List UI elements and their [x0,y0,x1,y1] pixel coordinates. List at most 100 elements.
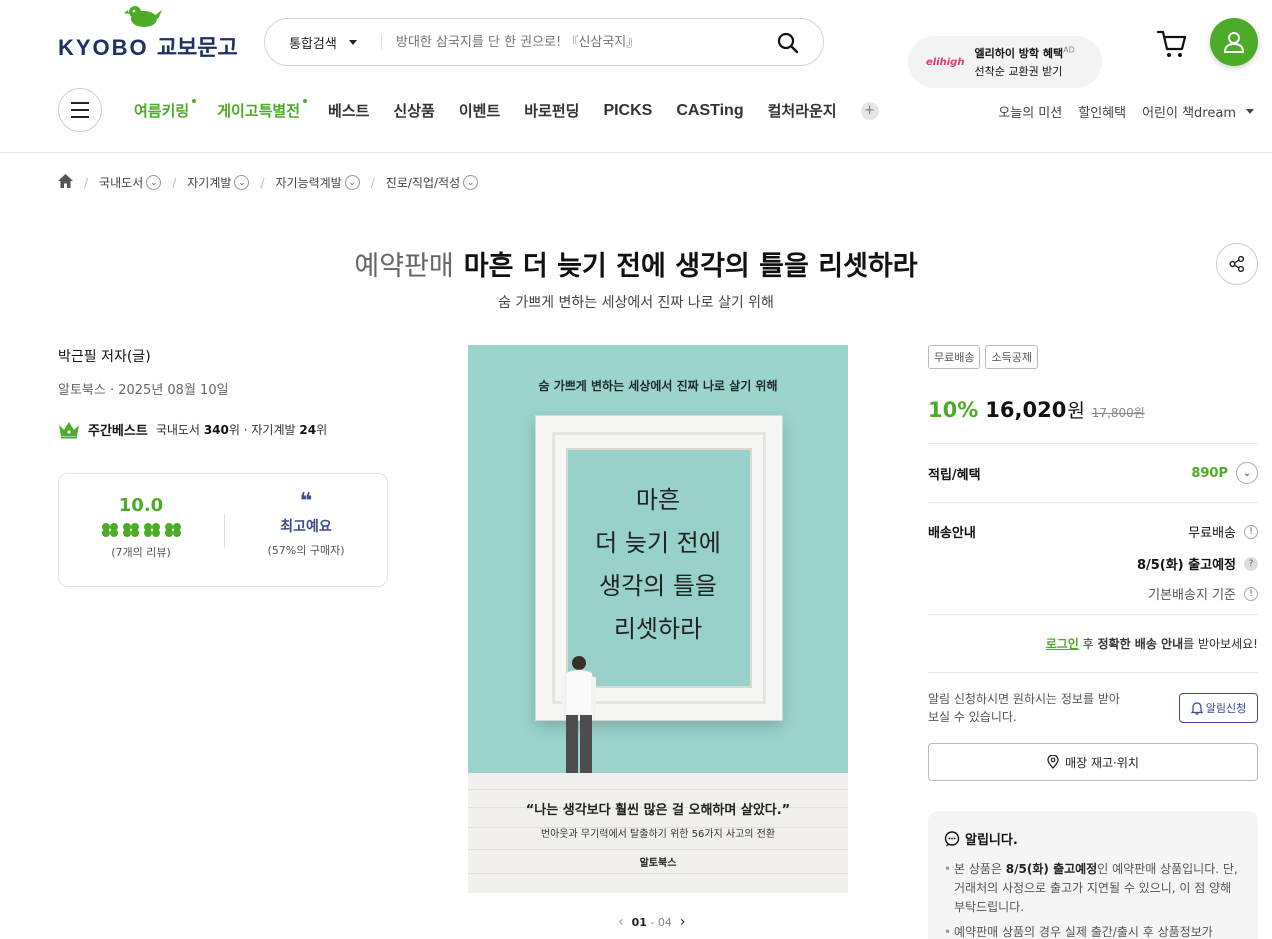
home-icon[interactable] [58,174,73,191]
cover-title: 마흔 더 늦기 전에 생각의 틀을 리셋하라 [595,486,721,643]
tag-income-deduction: 소득공제 [985,345,1038,369]
util-kids-dream[interactable]: 어린이 책dream [1142,102,1236,121]
nav-item-picks[interactable]: PICKS [603,102,652,120]
weekly-best[interactable]: 주간베스트 국내도서 340위 · 자기계발 24위 [58,420,327,439]
cover-publisher: 알토북스 [639,858,677,869]
help-icon[interactable]: ? [1244,556,1258,571]
nav-item-event[interactable]: 이벤트 [459,100,500,121]
promo-line2: 선착순 교환권 받기 [974,65,1063,78]
original-price: 17,800원 [1091,406,1145,420]
kyobo-logo[interactable]: KYOBO 교보문고 [58,30,238,62]
login-prompt: 로그인 후 정확한 배송 안내를 받아보세요! [1045,637,1258,651]
util-discount[interactable]: 할인혜택 [1078,102,1126,121]
clover-icon [143,523,160,537]
promo-line1: 엘리하이 방학 혜택 [974,47,1064,60]
chevron-down-icon[interactable]: ⌄ [1236,462,1258,484]
nav-more-button[interactable]: + [860,101,879,120]
crown-icon [59,421,79,438]
search-input[interactable] [396,34,756,50]
currency-unit: 원 [1067,400,1085,422]
search-scope-select[interactable]: 통합검색 [265,33,381,52]
delivery-date: 8/5(화) 출고예정 [1136,558,1236,573]
weekly-best-rank: 국내도서 340위 · 자기계발 24위 [155,423,328,437]
chevron-down-icon[interactable]: ⌄ [146,175,162,190]
discount-rate: 10% [928,398,979,422]
prev-arrow-icon[interactable]: ‹ [618,914,624,930]
utility-nav: 오늘의 미션 할인혜택 어린이 책dream [998,102,1254,121]
review-keyword-pct: (57%의 구매자) [267,544,345,557]
search-icon[interactable] [777,32,799,58]
header-divider [0,152,1272,153]
promo-brand: elihigh [926,56,965,68]
breadcrumb-item[interactable]: 자기능력계발 [275,174,341,191]
product-tags: 무료배송 소득공제 [928,345,1038,369]
share-button[interactable] [1216,243,1258,285]
next-arrow-icon[interactable]: › [680,914,686,930]
review-summary[interactable]: 10.0 (7개의 리뷰) ❝ 최고예요 (57%의 구매자) [58,473,388,587]
pager-total: 04 [657,915,672,929]
logo-en: KYOBO [58,35,149,60]
notify-description: 알림 신청하시면 원하시는 정보를 받아 보실 수 있습니다. [928,692,1120,724]
info-icon[interactable]: ! [1244,524,1258,539]
nav-item-funding[interactable]: 바로펀딩 [524,100,579,121]
notice-box: 알립니다. 본 상품은 8/5(화) 출고예정인 예약판매 상품입니다. 단, … [928,811,1258,939]
hamburger-menu-button[interactable] [58,88,102,132]
divider [928,672,1258,673]
chevron-down-icon[interactable]: ⌄ [344,175,360,190]
nav-item-casting[interactable]: CASTing [676,102,743,120]
promo-banner[interactable]: elihigh 엘리하이 방학 혜택AD 선착순 교환권 받기 [908,36,1102,88]
bell-icon [1190,701,1203,715]
nav-item-new[interactable]: 신상품 [393,100,434,121]
info-icon[interactable]: ! [1244,586,1258,601]
nav-item-culture-lounge[interactable]: 컬처라운지 [768,100,837,121]
caret-down-icon[interactable] [1246,109,1254,114]
delivery-date-row: 8/5(화) 출고예정 ? [1137,554,1258,573]
main-nav: 여름키링 게이고특별전 베스트 신상품 이벤트 바로펀딩 PICKS CASTi… [134,99,879,121]
divider [928,614,1258,615]
user-icon [1223,32,1245,53]
chevron-down-icon[interactable]: ⌄ [463,175,479,190]
sale-price: 16,020 [985,398,1067,422]
nav-item-summer-keyring[interactable]: 여름키링 [134,99,197,121]
book-cover-image[interactable]: 숨 가쁘게 변하는 세상에서 진짜 나로 살기 위해 마흔 더 늦기 전에 생각… [468,345,848,893]
notice-item: 본 상품은 8/5(화) 출고예정인 예약판매 상품입니다. 단, 거래처의 사… [944,860,1242,917]
breadcrumb-item[interactable]: 진로/직업/적성 [386,174,460,191]
util-today-mission[interactable]: 오늘의 미션 [998,102,1062,121]
review-count: (7개의 리뷰) [111,546,171,559]
nav-item-keigo-special[interactable]: 게이고특별전 [217,99,307,121]
product-title: 예약판매 마흔 더 늦기 전에 생각의 틀을 리셋하라 [0,244,1272,283]
cover-quote: “나는 생각보다 훨씬 많은 걸 오해하며 살았다.” [525,803,791,818]
clover-icon [101,523,118,537]
notice-heading: 알립니다. [965,833,1018,848]
store-stock-button[interactable]: 매장 재고·위치 [928,743,1258,781]
login-link[interactable]: 로그인 [1046,637,1079,651]
notify-button[interactable]: 알림신청 [1179,693,1258,723]
review-score: 10.0 [118,495,164,516]
location-pin-icon [1047,755,1059,769]
cart-icon[interactable] [1156,28,1188,64]
chevron-down-icon[interactable]: ⌄ [234,175,250,190]
quote-icon: ❝ [299,489,313,514]
nav-item-best[interactable]: 베스트 [328,100,369,121]
points-label: 적립/혜택 [928,468,981,483]
author[interactable]: 박근필 저자(글) [58,346,151,366]
promo-ad: AD [1063,45,1075,55]
preorder-badge: 예약판매 [354,251,454,282]
notice-item: 예약판매 상품의 경우 실제 출간/출시 후 상품정보가 [944,923,1242,939]
cover-person-figure [558,655,602,779]
user-account-button[interactable] [1210,18,1258,66]
breadcrumb-item[interactable]: 국내도서 [99,174,143,191]
breadcrumb-item[interactable]: 자기계발 [187,174,231,191]
delivery-basis: 기본배송지 기준 [1148,588,1236,603]
cover-pager: ‹ 01 - 04 › [618,914,686,930]
store-stock-label: 매장 재고·위치 [1065,755,1139,770]
review-score-block: 10.0 (7개의 리뷰) [59,474,223,588]
search-scope-label: 통합검색 [289,36,337,52]
delivery-basis-row: 기본배송지 기준 ! [1148,584,1258,603]
clover-icon [164,523,181,537]
book-title: 마흔 더 늦기 전에 생각의 틀을 리셋하라 [463,251,918,282]
points-row[interactable]: 890P ⌄ [1191,462,1258,484]
kyobo-bird-logo-icon[interactable] [124,4,162,30]
speech-bubble-icon [944,830,960,846]
weekly-best-label: 주간베스트 [88,424,148,439]
